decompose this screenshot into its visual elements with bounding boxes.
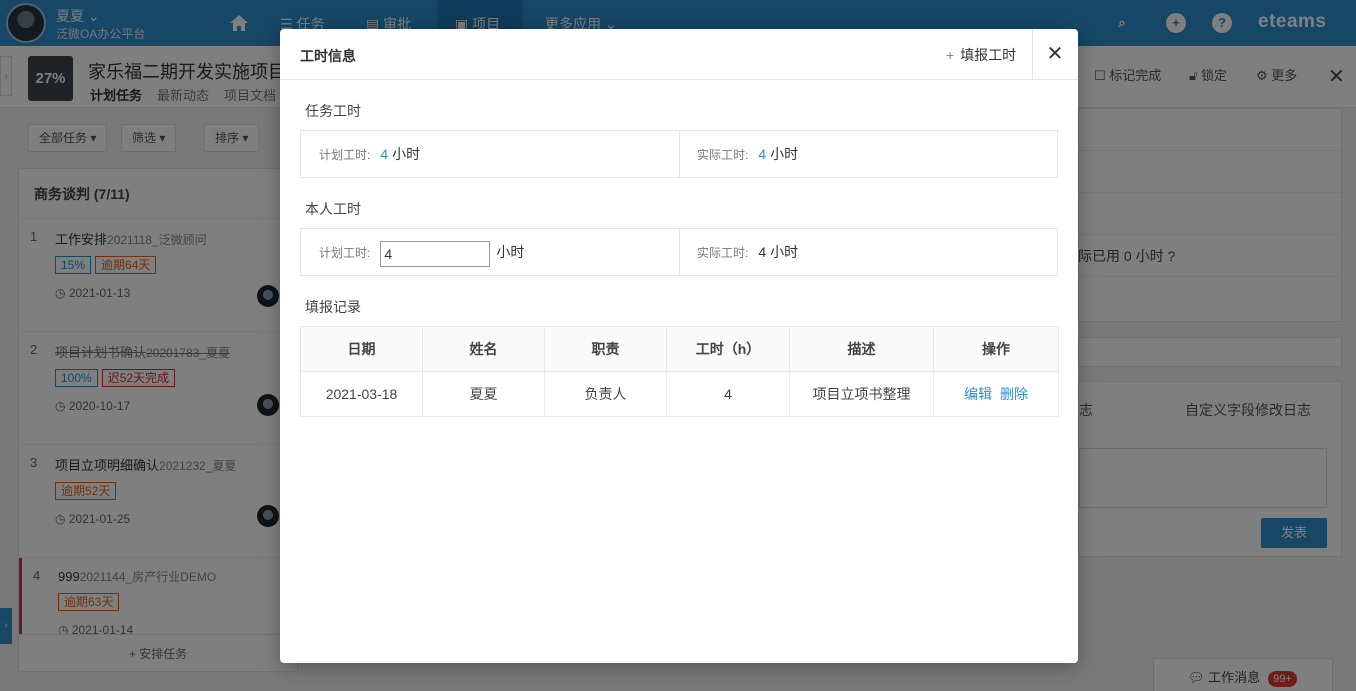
task-hours-title: 任务工时 (305, 103, 361, 119)
task-hours-box: 计划工时: 4 小时 实际工时: 4 小时 (300, 130, 1058, 178)
plan-hours-input[interactable] (380, 240, 491, 267)
divider (1032, 29, 1033, 80)
table-row: 2021-03-18 夏夏 负责人 4 项目立项书整理 编辑 删除 (300, 371, 1059, 417)
col-role: 职责 (544, 326, 667, 372)
delete-link[interactable]: 删除 (1000, 386, 1028, 402)
records-title: 填报记录 (305, 299, 361, 315)
my-actual-hours: 实际工时: 4 小时 (697, 244, 799, 260)
cell-name: 夏夏 (422, 371, 545, 417)
my-hours-box: 计划工时:小时 实际工时:4小时 (300, 228, 1058, 276)
col-desc: 描述 (789, 326, 934, 372)
work-hours-modal: 工时信息 + 填报工时 ✕ 任务工时 计划工时: 4 小时 实际工时: 4 小时 本人工时… (280, 29, 1078, 663)
cell-desc: 项目立项书整理 (789, 371, 934, 417)
edit-link[interactable]: 编辑 (964, 386, 992, 402)
divider (679, 131, 680, 177)
col-actions: 操作 (933, 326, 1059, 372)
divider (679, 229, 680, 275)
cell-date: 2021-03-18 (300, 371, 423, 417)
col-date: 日期 (300, 326, 423, 372)
cell-hours: 4 (666, 371, 790, 417)
cell-actions: 编辑 删除 (933, 371, 1059, 417)
task-plan-hours: 计划工时: 4 小时 (319, 146, 421, 162)
records-table: 日期 姓名 职责 工时（h） 描述 操作 2021-03-18 夏夏 负责人 4… (300, 326, 1059, 417)
my-plan-hours: 计划工时:小时 (319, 229, 524, 275)
col-name: 姓名 (422, 326, 545, 372)
modal-header: 工时信息 + 填报工时 ✕ (280, 29, 1078, 80)
col-hours: 工时（h） (666, 326, 790, 372)
plus-icon: + (946, 47, 955, 63)
report-hours-button[interactable]: + 填报工时 (946, 45, 1016, 65)
modal-title: 工时信息 (300, 48, 356, 64)
table-header: 日期 姓名 职责 工时（h） 描述 操作 (300, 326, 1059, 372)
my-hours-title: 本人工时 (305, 201, 361, 217)
task-actual-hours: 实际工时: 4 小时 (697, 146, 799, 162)
cell-role: 负责人 (544, 371, 667, 417)
close-icon[interactable]: ✕ (1044, 43, 1066, 65)
